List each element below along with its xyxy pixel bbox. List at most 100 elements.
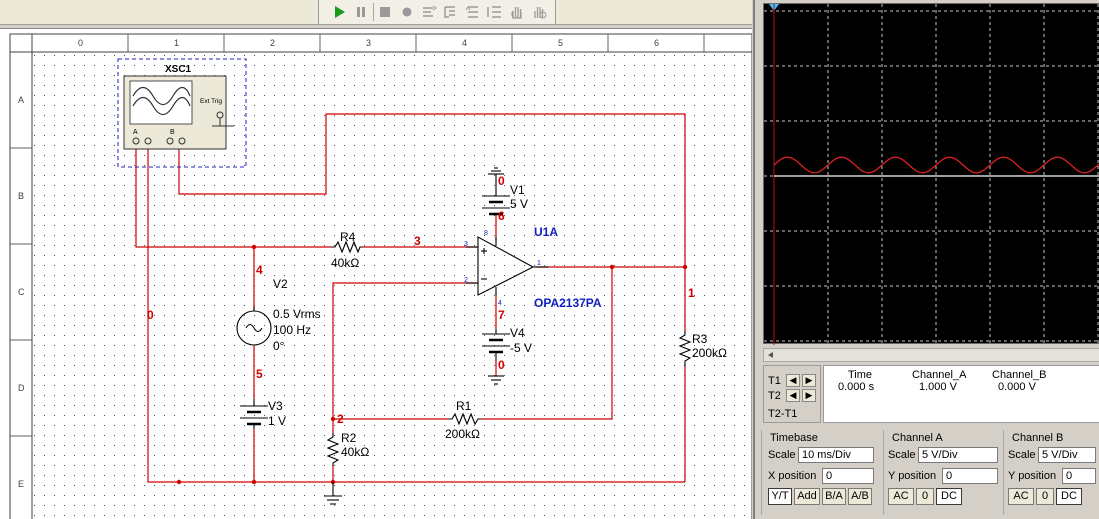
oscilloscope-screen[interactable] [763, 3, 1099, 345]
scope-display [764, 4, 1099, 345]
step-out-button[interactable] [485, 2, 505, 22]
channel-a-dc-button[interactable]: DC [936, 488, 962, 505]
t2-right-button[interactable]: ▶ [802, 389, 816, 402]
r1-ref: R1 [456, 399, 472, 413]
timebase-scale-field[interactable]: 10 ms/Div [798, 447, 874, 463]
stop-button[interactable] [375, 2, 395, 22]
net-label-4: 4 [256, 263, 263, 277]
screen-scrollbar[interactable] [763, 348, 1099, 362]
multisim-window: 0 1 2 3 4 5 6 A B C D E XSC1 Ext Trig A … [0, 0, 1099, 519]
time-header: Time [848, 369, 873, 381]
schematic-drawing: 0 1 2 3 4 5 6 A B C D E XSC1 Ext Trig A … [0, 29, 752, 519]
run-button[interactable] [329, 2, 349, 22]
channel-a-y-position-label: Y position [888, 470, 937, 482]
cursor-controls: T1 ◀ ▶ T2 ◀ ▶ T2-T1 [763, 365, 821, 423]
ruler-col-0: 0 [78, 38, 83, 48]
timebase-scale-label: Scale [768, 449, 796, 461]
t2-label: T2 [768, 390, 781, 402]
v1-value: 5 V [510, 197, 528, 211]
schematic-canvas[interactable]: 0 1 2 3 4 5 6 A B C D E XSC1 Ext Trig A … [0, 28, 752, 519]
hand-button[interactable] [507, 2, 527, 22]
ruler-col-2: 2 [270, 38, 275, 48]
channel-a-ac-button[interactable]: AC [888, 488, 914, 505]
channel-a-terminal-label: A [133, 129, 138, 136]
step-button[interactable] [419, 2, 439, 22]
channel-a-group: Channel A Scale 5 V/Div Y position 0 AC … [883, 430, 1001, 515]
net-label-0-top: 0 [498, 174, 505, 188]
breakpoint-button[interactable] [529, 2, 549, 22]
pause-button[interactable] [351, 2, 371, 22]
net-label-5: 5 [256, 367, 263, 381]
channel-b-dc-button[interactable]: DC [1056, 488, 1082, 505]
t1-channel-b-value: 0.000 V [998, 381, 1036, 393]
cursor-readout: T1 ◀ ▶ T2 ◀ ▶ T2-T1 Time Channel_A Chann… [763, 365, 1099, 425]
t1-left-button[interactable]: ◀ [786, 374, 800, 387]
ruler-row-A: A [18, 95, 24, 105]
r4-value: 40kΩ [331, 256, 359, 270]
cursor-values: Time Channel_A Channel_B 0.000 s 1.000 V… [823, 365, 1099, 423]
ruler-col-4: 4 [462, 38, 467, 48]
step-into-button[interactable] [441, 2, 461, 22]
channel-b-y-position-field[interactable]: 0 [1062, 468, 1096, 484]
channel-b-group: Channel B Scale 5 V/Div Y position 0 AC … [1003, 430, 1099, 515]
timebase-title: Timebase [770, 432, 818, 444]
r2-value: 40kΩ [341, 445, 369, 459]
step-into-icon [444, 6, 455, 18]
channel-b-y-position-label: Y position [1008, 470, 1057, 482]
record-icon [402, 7, 412, 17]
net-label-6: 6 [498, 209, 505, 223]
x-position-label: X position [768, 470, 817, 482]
v1-ref: V1 [510, 183, 525, 197]
net-label-2: 2 [337, 412, 344, 426]
channel-a-y-position-field[interactable]: 0 [942, 468, 998, 484]
t2-t1-label: T2-T1 [768, 408, 798, 420]
pin-3-label: 3 [464, 241, 468, 248]
channel-a-header: Channel_A [912, 369, 967, 381]
pin-1-label: 1 [537, 260, 541, 267]
ruler-col-5: 5 [558, 38, 563, 48]
channel-a-title: Channel A [892, 432, 943, 444]
add-mode-button[interactable]: Add [794, 488, 820, 505]
t1-time-value: 0.000 s [838, 381, 875, 393]
net-label-0-bottom: 0 [498, 358, 505, 372]
play-icon [335, 6, 345, 18]
t1-right-button[interactable]: ▶ [802, 374, 816, 387]
channel-b-ac-button[interactable]: AC [1008, 488, 1034, 505]
r3-ref: R3 [692, 332, 708, 346]
pin-4-label: 4 [498, 300, 502, 307]
ruler-col-1: 1 [174, 38, 179, 48]
step-over-icon [465, 6, 478, 18]
t2-left-button[interactable]: ◀ [786, 389, 800, 402]
ruler-row-C: C [18, 287, 25, 297]
channel-b-header: Channel_B [992, 369, 1047, 381]
channel-a-scale-label: Scale [888, 449, 916, 461]
net-label-7: 7 [498, 308, 505, 322]
channel-b-scale-field[interactable]: 5 V/Div [1038, 447, 1096, 463]
channel-b-scale-label: Scale [1008, 449, 1036, 461]
simulation-controls [318, 0, 556, 24]
net-label-1: 1 [688, 286, 695, 300]
yt-mode-button[interactable]: Y/T [768, 488, 792, 505]
net-label-3: 3 [414, 234, 421, 248]
step-over-button[interactable] [463, 2, 483, 22]
t1-label: T1 [768, 375, 781, 387]
v4-value: -5 V [510, 341, 532, 355]
record-button[interactable] [397, 2, 417, 22]
channel-b-terminal-label: B [170, 129, 175, 136]
x-position-field[interactable]: 0 [822, 468, 874, 484]
v2-phase: 0° [273, 339, 285, 353]
simulation-toolbar [0, 0, 752, 25]
channel-a-scale-field[interactable]: 5 V/Div [918, 447, 998, 463]
a-over-b-button[interactable]: A/B [848, 488, 872, 505]
b-over-a-button[interactable]: B/A [822, 488, 846, 505]
channel-a-zero-button[interactable]: 0 [916, 488, 934, 505]
ext-trig-label: Ext Trig [200, 98, 222, 105]
hand-icon [511, 7, 522, 19]
ruler-row-D: D [18, 383, 25, 393]
channel-b-zero-button[interactable]: 0 [1036, 488, 1054, 505]
net-label-0-left: 0 [147, 308, 154, 322]
scroll-left-icon[interactable] [764, 349, 778, 361]
scope-instrument-label: XSC1 [165, 64, 192, 75]
pin-2-label: 2 [464, 277, 468, 284]
r4-ref: R4 [340, 230, 356, 244]
